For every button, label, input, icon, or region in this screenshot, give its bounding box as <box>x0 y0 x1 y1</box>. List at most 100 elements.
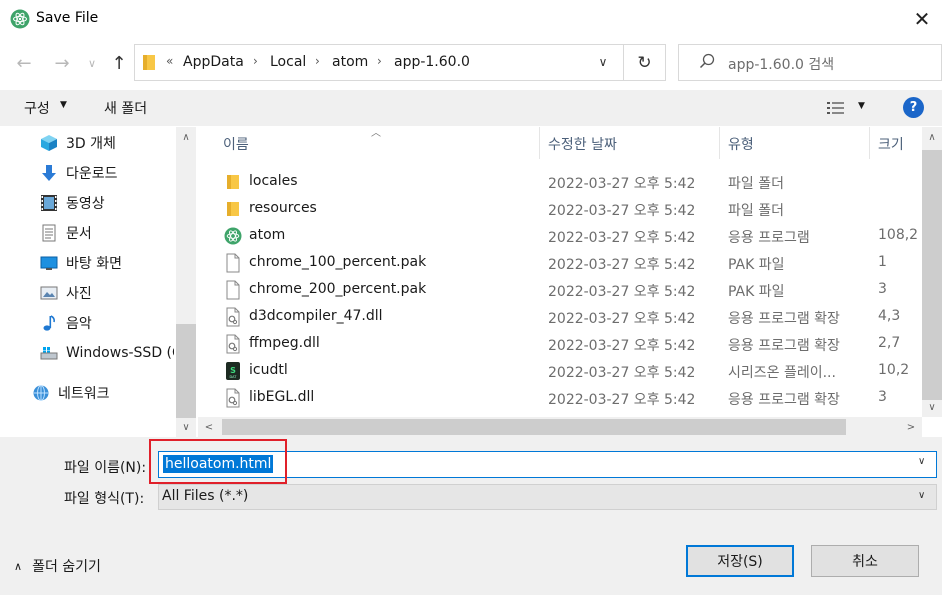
dll-file-icon <box>224 334 242 354</box>
help-icon[interactable]: ? <box>903 97 924 118</box>
file-row[interactable]: chrome_100_percent.pak 2022-03-27 오후 5:42… <box>198 249 922 276</box>
filetype-select[interactable] <box>158 484 937 510</box>
file-date: 2022-03-27 오후 5:42 <box>548 284 696 300</box>
nav-item-label: 사진 <box>66 286 92 302</box>
file-name: atom <box>249 227 286 243</box>
breadcrumb-separator[interactable]: › <box>253 54 258 68</box>
dll-file-icon <box>224 307 242 327</box>
view-details-icon[interactable] <box>826 100 846 116</box>
chevron-down-icon: ∨ <box>87 56 97 70</box>
caret-down-icon[interactable]: ▼ <box>60 100 67 110</box>
file-date: 2022-03-27 오후 5:42 <box>548 230 696 246</box>
file-size: 2,7 <box>878 335 901 351</box>
caret-down-icon[interactable]: ▼ <box>858 101 865 111</box>
file-date: 2022-03-27 오후 5:42 <box>548 311 696 327</box>
scrollbar-thumb[interactable] <box>176 324 196 418</box>
file-name: icudtl <box>249 362 288 378</box>
nav-item-network[interactable]: 네트워크 <box>32 380 110 406</box>
blank-file-icon <box>224 280 242 300</box>
highlight-annotation <box>149 439 287 484</box>
file-type: 응용 프로그램 <box>728 230 810 246</box>
file-row[interactable]: chrome_200_percent.pak 2022-03-27 오후 5:42… <box>198 276 922 303</box>
svg-text:S: S <box>230 366 236 375</box>
column-divider[interactable] <box>869 127 870 159</box>
file-name: resources <box>249 200 317 216</box>
nav-item-3d-objects[interactable]: 3D 개체 <box>40 130 116 156</box>
scrollbar-thumb[interactable] <box>922 150 942 400</box>
address-history-dropdown[interactable]: ∨ <box>593 52 613 72</box>
nav-item-documents[interactable]: 문서 <box>40 220 92 246</box>
nav-item-pictures[interactable]: 사진 <box>40 280 92 306</box>
file-type: 시리즈온 플레이... <box>728 365 836 381</box>
chevron-down-icon[interactable]: ∨ <box>918 490 925 501</box>
close-button[interactable]: ✕ <box>902 4 942 34</box>
scroll-left-button[interactable]: < <box>200 418 218 436</box>
column-header-name[interactable]: 이름 <box>223 134 249 154</box>
chevron-down-icon: ∨ <box>598 55 608 69</box>
recent-locations-button[interactable]: ∨ <box>82 49 102 77</box>
nav-item-label: 바탕 화면 <box>66 256 122 272</box>
back-button[interactable]: ← <box>12 49 36 77</box>
atom-app-icon <box>224 226 242 246</box>
file-row[interactable]: atom 2022-03-27 오후 5:42 응용 프로그램 108,2 <box>198 222 922 249</box>
file-row[interactable]: S DAT icudtl 2022-03-27 오후 5:42 시리즈온 플레이... 1… <box>198 357 922 384</box>
nav-item-label: 문서 <box>66 226 92 242</box>
folder-icon <box>224 199 242 219</box>
breadcrumb-separator[interactable]: › <box>377 54 382 68</box>
column-header-date[interactable]: 수정한 날짜 <box>548 134 617 154</box>
folder-icon <box>224 172 242 192</box>
nav-item-videos[interactable]: 동영상 <box>40 190 105 216</box>
scroll-up-button[interactable]: ∧ <box>176 128 196 146</box>
breadcrumb-atom[interactable]: atom <box>332 54 368 70</box>
up-button[interactable]: ↑ <box>107 49 131 77</box>
refresh-button[interactable]: ↻ <box>624 44 666 81</box>
scroll-down-button[interactable]: ∨ <box>922 398 942 416</box>
new-folder-button[interactable]: 새 폴더 <box>104 98 147 118</box>
nav-item-windows-ssd[interactable]: Windows-SSD (C <box>40 340 174 366</box>
scroll-right-button[interactable]: > <box>902 418 920 436</box>
column-header-size[interactable]: 크기 <box>878 134 904 154</box>
nav-item-music[interactable]: 음악 <box>40 310 92 336</box>
download-arrow-icon <box>40 164 58 182</box>
hide-folders-toggle[interactable]: ∧ 폴더 숨기기 <box>14 556 101 576</box>
forward-button[interactable]: → <box>50 49 74 77</box>
column-divider[interactable] <box>719 127 720 159</box>
breadcrumb-app-version[interactable]: app-1.60.0 <box>394 54 470 70</box>
column-divider[interactable] <box>539 127 540 159</box>
scroll-up-button[interactable]: ∧ <box>922 128 942 146</box>
file-size: 3 <box>878 389 887 405</box>
file-name: locales <box>249 173 298 189</box>
breadcrumb-appdata[interactable]: AppData <box>183 54 244 70</box>
column-header-type[interactable]: 유형 <box>728 134 754 154</box>
nav-item-downloads[interactable]: 다운로드 <box>40 160 118 186</box>
file-row[interactable]: libEGL.dll 2022-03-27 오후 5:42 응용 프로그램 확장 3 <box>198 384 922 411</box>
file-row[interactable]: d3dcompiler_47.dll 2022-03-27 오후 5:42 응용 프… <box>198 303 922 330</box>
file-row[interactable]: resources 2022-03-27 오후 5:42 파일 폴더 <box>198 195 922 222</box>
organize-button[interactable]: 구성 <box>24 98 50 118</box>
refresh-icon: ↻ <box>637 52 652 73</box>
file-name: libEGL.dll <box>249 389 315 405</box>
cube-3d-icon <box>40 134 58 152</box>
window-title: Save File <box>36 10 99 26</box>
file-date: 2022-03-27 오후 5:42 <box>548 338 696 354</box>
breadcrumb-overflow[interactable]: « <box>166 54 173 68</box>
file-row[interactable]: ffmpeg.dll 2022-03-27 오후 5:42 응용 프로그램 확장 2,… <box>198 330 922 357</box>
file-type: PAK 파일 <box>728 284 785 300</box>
chevron-down-icon[interactable]: ∨ <box>918 456 925 467</box>
scroll-down-button[interactable]: ∨ <box>176 418 196 436</box>
nav-item-label: 음악 <box>66 316 92 332</box>
music-note-icon <box>40 314 58 332</box>
file-type: 응용 프로그램 확장 <box>728 392 840 408</box>
search-icon <box>698 52 716 70</box>
nav-item-label: 3D 개체 <box>66 136 116 152</box>
file-row[interactable]: locales 2022-03-27 오후 5:42 파일 폴더 <box>198 168 922 195</box>
cancel-button[interactable]: 취소 <box>811 545 919 577</box>
breadcrumb-separator[interactable]: › <box>315 54 320 68</box>
save-button[interactable]: 저장(S) <box>686 545 794 577</box>
file-name: ffmpeg.dll <box>249 335 320 351</box>
scrollbar-thumb[interactable] <box>222 419 846 435</box>
breadcrumb-local[interactable]: Local <box>270 54 306 70</box>
nav-item-desktop[interactable]: 바탕 화면 <box>40 250 122 276</box>
nav-item-label: 다운로드 <box>66 166 118 182</box>
file-type: 응용 프로그램 확장 <box>728 338 840 354</box>
